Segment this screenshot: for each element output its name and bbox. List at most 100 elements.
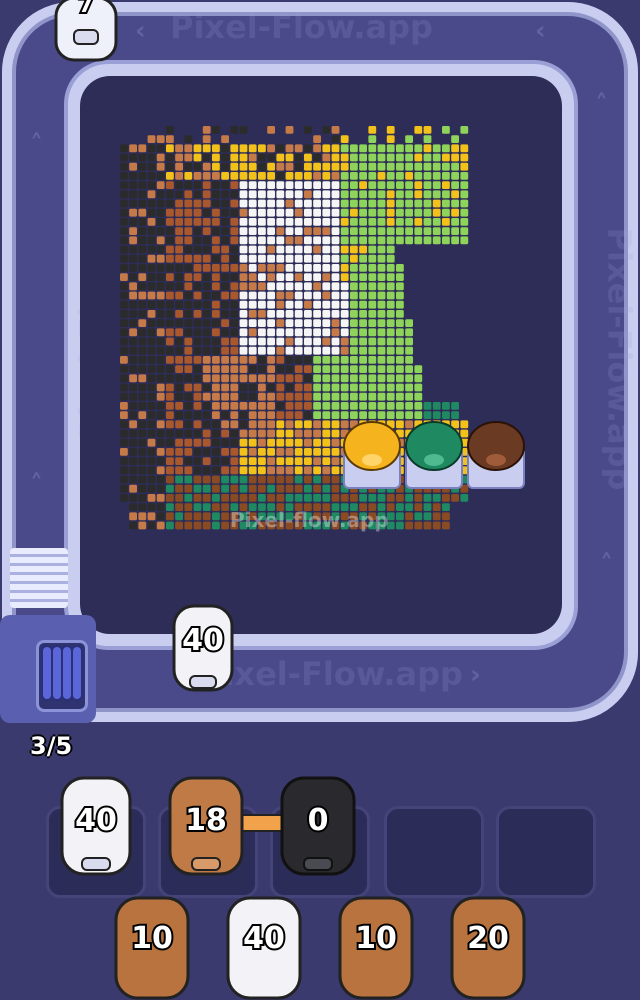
pixel-cell xyxy=(221,374,229,383)
pixel-cell xyxy=(313,466,321,475)
slot-pig-2[interactable]: 18 xyxy=(164,770,248,880)
pixel-cell xyxy=(460,144,469,153)
pixel-cell xyxy=(451,208,459,217)
pixel-cell xyxy=(120,264,128,272)
queue-pig-2[interactable]: 40 xyxy=(222,890,306,1000)
pixel-cell xyxy=(414,374,423,383)
pixel-cell xyxy=(386,153,395,162)
pixel-cell xyxy=(294,264,303,272)
pixel-cell xyxy=(230,420,239,429)
pixel-cell xyxy=(193,310,202,318)
pixel-cell xyxy=(166,273,174,281)
pixel-cell xyxy=(267,383,275,392)
pixel-cell xyxy=(423,181,432,189)
pixel-cell xyxy=(276,457,285,465)
pixel-cell xyxy=(147,172,156,180)
slot-pig-1[interactable]: 40 xyxy=(56,770,136,880)
pixel-cell xyxy=(396,356,404,364)
pixel-cell xyxy=(184,429,193,438)
pixel-cell xyxy=(212,273,220,281)
pixel-cell xyxy=(138,236,147,245)
pixel-cell xyxy=(294,181,303,189)
pixel-cell xyxy=(276,374,285,383)
queue-pig-4[interactable]: 20 xyxy=(446,890,530,1000)
pixel-cell xyxy=(386,374,395,383)
pixel-cell xyxy=(267,365,275,373)
pixel-cell xyxy=(359,494,367,502)
board-pig-yellow[interactable] xyxy=(343,421,401,489)
track-pig-bottom-count: 40 xyxy=(182,623,224,658)
board-pig-green[interactable] xyxy=(405,421,463,489)
pixel-cell xyxy=(258,208,266,217)
holding-slot[interactable] xyxy=(384,806,484,898)
pixel-cell xyxy=(248,392,257,401)
pixel-cell xyxy=(331,346,340,355)
board-pig-brown[interactable] xyxy=(467,421,525,489)
pixel-cell xyxy=(239,126,248,134)
pixel-cell xyxy=(202,254,211,263)
pixel-cell xyxy=(193,438,202,447)
pixel-cell xyxy=(212,144,220,153)
pixel-cell xyxy=(193,162,202,171)
pixel-cell xyxy=(212,162,220,171)
pixel-cell xyxy=(230,402,239,410)
pixel-cell xyxy=(340,254,349,263)
pixel-cell xyxy=(386,190,395,199)
pixel-cell xyxy=(166,392,174,401)
queue-pig-3[interactable]: 10 xyxy=(334,890,418,1000)
pixel-cell xyxy=(156,227,165,235)
pixel-cell xyxy=(138,429,147,438)
pixel-cell xyxy=(294,429,303,438)
pixel-cell xyxy=(368,208,377,217)
pixel-cell xyxy=(184,236,193,245)
pixel-cell xyxy=(138,300,147,309)
track-pig-top[interactable]: 7 xyxy=(48,0,124,70)
pixel-cell xyxy=(368,282,377,291)
pixel-cell xyxy=(322,475,331,484)
pixel-cell xyxy=(129,291,137,300)
slot-pig-3[interactable]: 0 xyxy=(276,770,360,880)
watermark-bottom: Pixel-Flow.app xyxy=(200,655,463,693)
pixel-cell xyxy=(267,218,275,226)
pixel-cell xyxy=(313,144,321,153)
pixel-cell xyxy=(267,466,275,475)
pixel-cell xyxy=(313,346,321,355)
pixel-cell xyxy=(368,273,377,281)
pixel-cell xyxy=(432,181,441,189)
pixel-cell xyxy=(331,365,340,373)
pixel-cell xyxy=(184,199,193,208)
pixel-cell xyxy=(423,402,432,410)
pixel-cell xyxy=(258,199,266,208)
pixel-cell xyxy=(386,356,395,364)
pixel-cell xyxy=(258,356,266,364)
holding-slot[interactable] xyxy=(496,806,596,898)
pixel-cell xyxy=(129,411,137,419)
pixel-cell xyxy=(442,199,450,208)
pixel-cell xyxy=(285,383,294,392)
pixel-cell xyxy=(340,310,349,318)
pixel-cell xyxy=(331,135,340,143)
pixel-cell xyxy=(340,172,349,180)
pixel-cell xyxy=(258,227,266,235)
pixel-cell xyxy=(396,512,404,521)
track-pig-bottom[interactable]: 40 xyxy=(168,600,238,696)
pixel-cell xyxy=(202,310,211,318)
pixel-cell xyxy=(313,300,321,309)
pixel-cell xyxy=(129,199,137,208)
pixel-cell xyxy=(120,181,128,189)
queue-pig-1[interactable]: 10 xyxy=(110,890,194,1000)
pixel-cell xyxy=(359,254,367,263)
pixel-cell xyxy=(129,144,137,153)
pixel-cell xyxy=(350,254,358,263)
pixel-cell xyxy=(432,236,441,245)
pixel-cell xyxy=(304,319,312,327)
pixel-cell xyxy=(175,172,183,180)
pixel-cell xyxy=(175,319,183,327)
pixel-cell xyxy=(212,521,220,530)
pixel-cell xyxy=(147,392,156,401)
pixel-cell xyxy=(175,300,183,309)
pixel-cell xyxy=(212,190,220,199)
slot-pig-2-count: 18 xyxy=(185,803,227,838)
pixel-cell xyxy=(239,429,248,438)
pixel-cell xyxy=(322,466,331,475)
